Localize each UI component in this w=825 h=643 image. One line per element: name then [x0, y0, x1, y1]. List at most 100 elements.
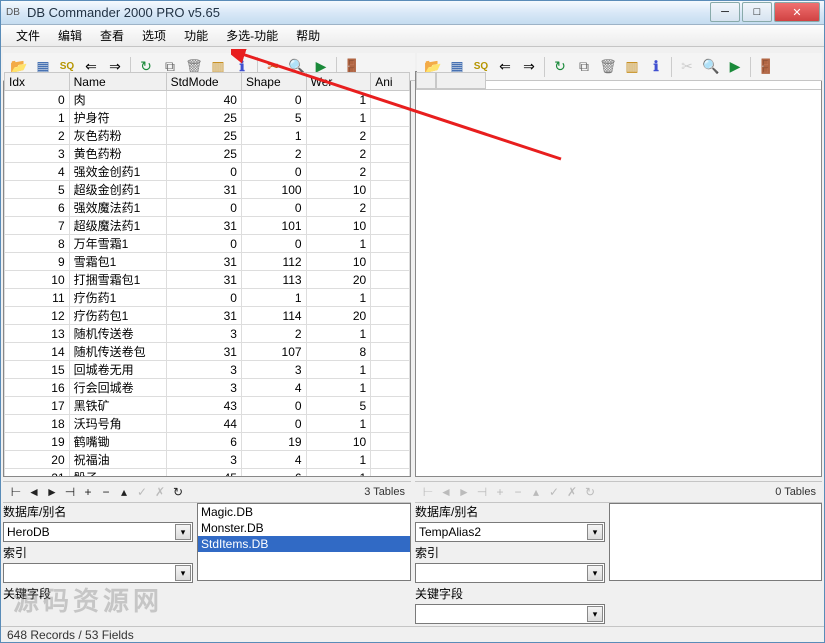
cell-ani[interactable] [371, 217, 410, 235]
right-grid-container[interactable] [416, 72, 821, 476]
cell-name[interactable]: 雪霜包1 [69, 253, 166, 271]
cell-wer[interactable]: 2 [306, 199, 371, 217]
table-row[interactable]: 8 万年雪霜1 0 0 1 [5, 235, 410, 253]
table-row[interactable]: 17 黑铁矿 43 0 5 [5, 397, 410, 415]
cell-stdmode[interactable]: 31 [166, 181, 241, 199]
cell-name[interactable]: 肉 [69, 91, 166, 109]
nav-edit-icon[interactable]: ▴ [117, 485, 131, 499]
table-row[interactable]: 4 强效金创药1 0 0 2 [5, 163, 410, 181]
cell-stdmode[interactable]: 31 [166, 271, 241, 289]
nav-post-icon[interactable]: ✓ [547, 485, 561, 499]
nav-edit-icon[interactable]: ▴ [529, 485, 543, 499]
col-header-stdmode[interactable]: StdMode [166, 73, 241, 91]
cell-wer[interactable]: 1 [306, 91, 371, 109]
cell-wer[interactable]: 8 [306, 343, 371, 361]
cell-stdmode[interactable]: 31 [166, 217, 241, 235]
menu-help[interactable]: 帮助 [287, 24, 329, 47]
db-dropdown[interactable]: HeroDB ▾ [3, 522, 193, 542]
list-item[interactable]: Monster.DB [198, 520, 410, 536]
cell-idx[interactable]: 17 [5, 397, 70, 415]
col-header-name[interactable]: Name [69, 73, 166, 91]
tables-listbox[interactable] [609, 503, 822, 581]
cell-shape[interactable]: 100 [241, 181, 306, 199]
cell-idx[interactable]: 14 [5, 343, 70, 361]
cell-wer[interactable]: 1 [306, 361, 371, 379]
cell-name[interactable]: 打捆雪霜包1 [69, 271, 166, 289]
cell-stdmode[interactable]: 3 [166, 325, 241, 343]
cell-shape[interactable]: 101 [241, 217, 306, 235]
cell-stdmode[interactable]: 3 [166, 451, 241, 469]
menu-view[interactable]: 查看 [91, 24, 133, 47]
cell-ani[interactable] [371, 469, 410, 477]
cell-stdmode[interactable]: 31 [166, 307, 241, 325]
index-dropdown[interactable]: ▾ [3, 563, 193, 583]
table-row[interactable]: 13 随机传送卷 3 2 1 [5, 325, 410, 343]
left-grid-container[interactable]: Idx Name StdMode Shape Wer Ani 0 肉 40 0 … [4, 72, 410, 476]
cell-ani[interactable] [371, 163, 410, 181]
cell-name[interactable]: 强效魔法药1 [69, 199, 166, 217]
cell-shape[interactable]: 19 [241, 433, 306, 451]
nav-add-icon[interactable]: + [81, 485, 95, 499]
table-row[interactable]: 12 疗伤药包1 31 114 20 [5, 307, 410, 325]
cell-idx[interactable]: 3 [5, 145, 70, 163]
list-item[interactable]: Magic.DB [198, 504, 410, 520]
cell-name[interactable]: 回城卷无用 [69, 361, 166, 379]
cell-wer[interactable]: 2 [306, 127, 371, 145]
cell-idx[interactable]: 9 [5, 253, 70, 271]
cell-stdmode[interactable]: 43 [166, 397, 241, 415]
table-row[interactable]: 16 行会回城卷 3 4 1 [5, 379, 410, 397]
cell-shape[interactable]: 1 [241, 289, 306, 307]
cell-idx[interactable]: 10 [5, 271, 70, 289]
cell-stdmode[interactable]: 25 [166, 109, 241, 127]
cell-ani[interactable] [371, 145, 410, 163]
table-row[interactable]: 11 疗伤药1 0 1 1 [5, 289, 410, 307]
cell-wer[interactable]: 1 [306, 289, 371, 307]
cell-ani[interactable] [371, 343, 410, 361]
chevron-down-icon[interactable]: ▾ [587, 565, 603, 581]
cell-ani[interactable] [371, 271, 410, 289]
cell-name[interactable]: 万年雪霜1 [69, 235, 166, 253]
table-row[interactable]: 0 肉 40 0 1 [5, 91, 410, 109]
table-row[interactable]: 2 灰色药粉 25 1 2 [5, 127, 410, 145]
nav-first-icon[interactable]: ⊢ [9, 485, 23, 499]
cell-wer[interactable]: 1 [306, 235, 371, 253]
cell-idx[interactable]: 12 [5, 307, 70, 325]
cell-ani[interactable] [371, 109, 410, 127]
nav-cancel-icon[interactable]: ✗ [153, 485, 167, 499]
table-row[interactable]: 1 护身符 25 5 1 [5, 109, 410, 127]
cell-stdmode[interactable]: 3 [166, 379, 241, 397]
cell-wer[interactable]: 1 [306, 325, 371, 343]
chevron-down-icon[interactable]: ▾ [587, 524, 603, 540]
cell-shape[interactable]: 0 [241, 91, 306, 109]
cell-idx[interactable]: 21 [5, 469, 70, 477]
cell-shape[interactable]: 6 [241, 469, 306, 477]
cell-wer[interactable]: 1 [306, 379, 371, 397]
table-row[interactable]: 9 雪霜包1 31 112 10 [5, 253, 410, 271]
cell-shape[interactable]: 3 [241, 361, 306, 379]
cell-ani[interactable] [371, 199, 410, 217]
cell-ani[interactable] [371, 361, 410, 379]
cell-stdmode[interactable]: 25 [166, 145, 241, 163]
table-row[interactable]: 14 随机传送卷包 31 107 8 [5, 343, 410, 361]
db-dropdown[interactable]: TempAlias2 ▾ [415, 522, 605, 542]
nav-next-icon[interactable]: ► [457, 485, 471, 499]
cell-wer[interactable]: 10 [306, 217, 371, 235]
cell-name[interactable]: 超级金创药1 [69, 181, 166, 199]
col-header-idx[interactable]: Idx [5, 73, 70, 91]
cell-shape[interactable]: 2 [241, 145, 306, 163]
col-header-shape[interactable]: Shape [241, 73, 306, 91]
cell-stdmode[interactable]: 0 [166, 289, 241, 307]
cell-ani[interactable] [371, 127, 410, 145]
data-grid[interactable]: Idx Name StdMode Shape Wer Ani 0 肉 40 0 … [4, 72, 410, 476]
cell-wer[interactable]: 20 [306, 307, 371, 325]
cell-name[interactable]: 随机传送卷包 [69, 343, 166, 361]
cell-ani[interactable] [371, 307, 410, 325]
cell-idx[interactable]: 2 [5, 127, 70, 145]
table-row[interactable]: 7 超级魔法药1 31 101 10 [5, 217, 410, 235]
cell-wer[interactable]: 2 [306, 163, 371, 181]
nav-refresh-icon[interactable]: ↻ [171, 485, 185, 499]
chevron-down-icon[interactable]: ▾ [175, 565, 191, 581]
cell-stdmode[interactable]: 25 [166, 127, 241, 145]
cell-stdmode[interactable]: 3 [166, 361, 241, 379]
nav-add-icon[interactable]: + [493, 485, 507, 499]
